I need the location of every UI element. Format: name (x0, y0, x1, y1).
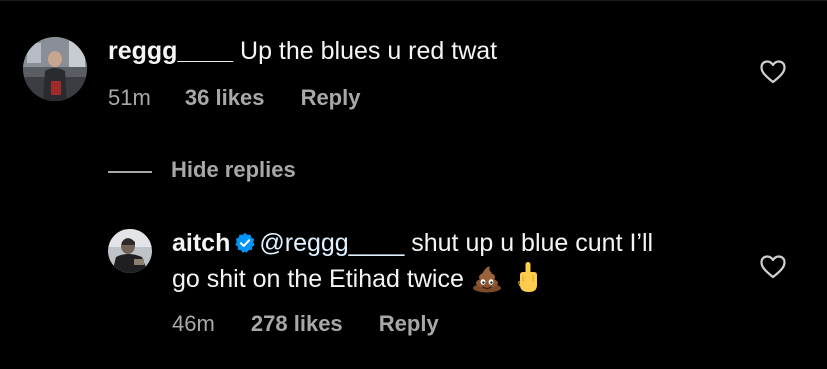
reply-mention-link[interactable]: @reggg____ (259, 229, 404, 257)
reply-text-line-1: aitch @reggg____ shut up u blue cunt I’l… (172, 227, 653, 259)
top-divider (0, 0, 827, 1)
heart-icon[interactable] (760, 60, 786, 84)
pile-of-poo-emoji-icon (472, 266, 501, 293)
comment-text: reggg____ Up the blues u red twat (108, 35, 497, 67)
middle-finger-emoji-icon (518, 262, 537, 292)
comment-username[interactable]: reggg____ (108, 37, 233, 65)
reply-username[interactable]: aitch (172, 229, 230, 257)
avatar[interactable] (23, 37, 87, 101)
hide-replies-label[interactable]: Hide replies (171, 155, 296, 185)
comment-meta: 51m 36 likes Reply (108, 84, 360, 112)
avatar[interactable] (108, 229, 152, 273)
verified-badge-icon (235, 232, 256, 253)
reply-body-line-2: go shit on the Etihad twice (172, 265, 471, 293)
reply-body-line-1: shut up u blue cunt I’ll (404, 229, 654, 257)
comment-body: Up the blues u red twat (240, 37, 498, 65)
reply-time: 46m (172, 311, 215, 336)
comment-time: 51m (108, 85, 151, 110)
heart-icon[interactable] (760, 255, 786, 279)
reply-likes[interactable]: 278 likes (251, 311, 343, 336)
replies-divider-line (108, 171, 152, 173)
reply-reply-button[interactable]: Reply (379, 311, 439, 336)
comment-reply-button[interactable]: Reply (301, 85, 361, 110)
reply-text-line-2: go shit on the Etihad twice (172, 261, 539, 295)
comment-likes[interactable]: 36 likes (185, 85, 265, 110)
reply-meta: 46m 278 likes Reply (172, 310, 439, 338)
